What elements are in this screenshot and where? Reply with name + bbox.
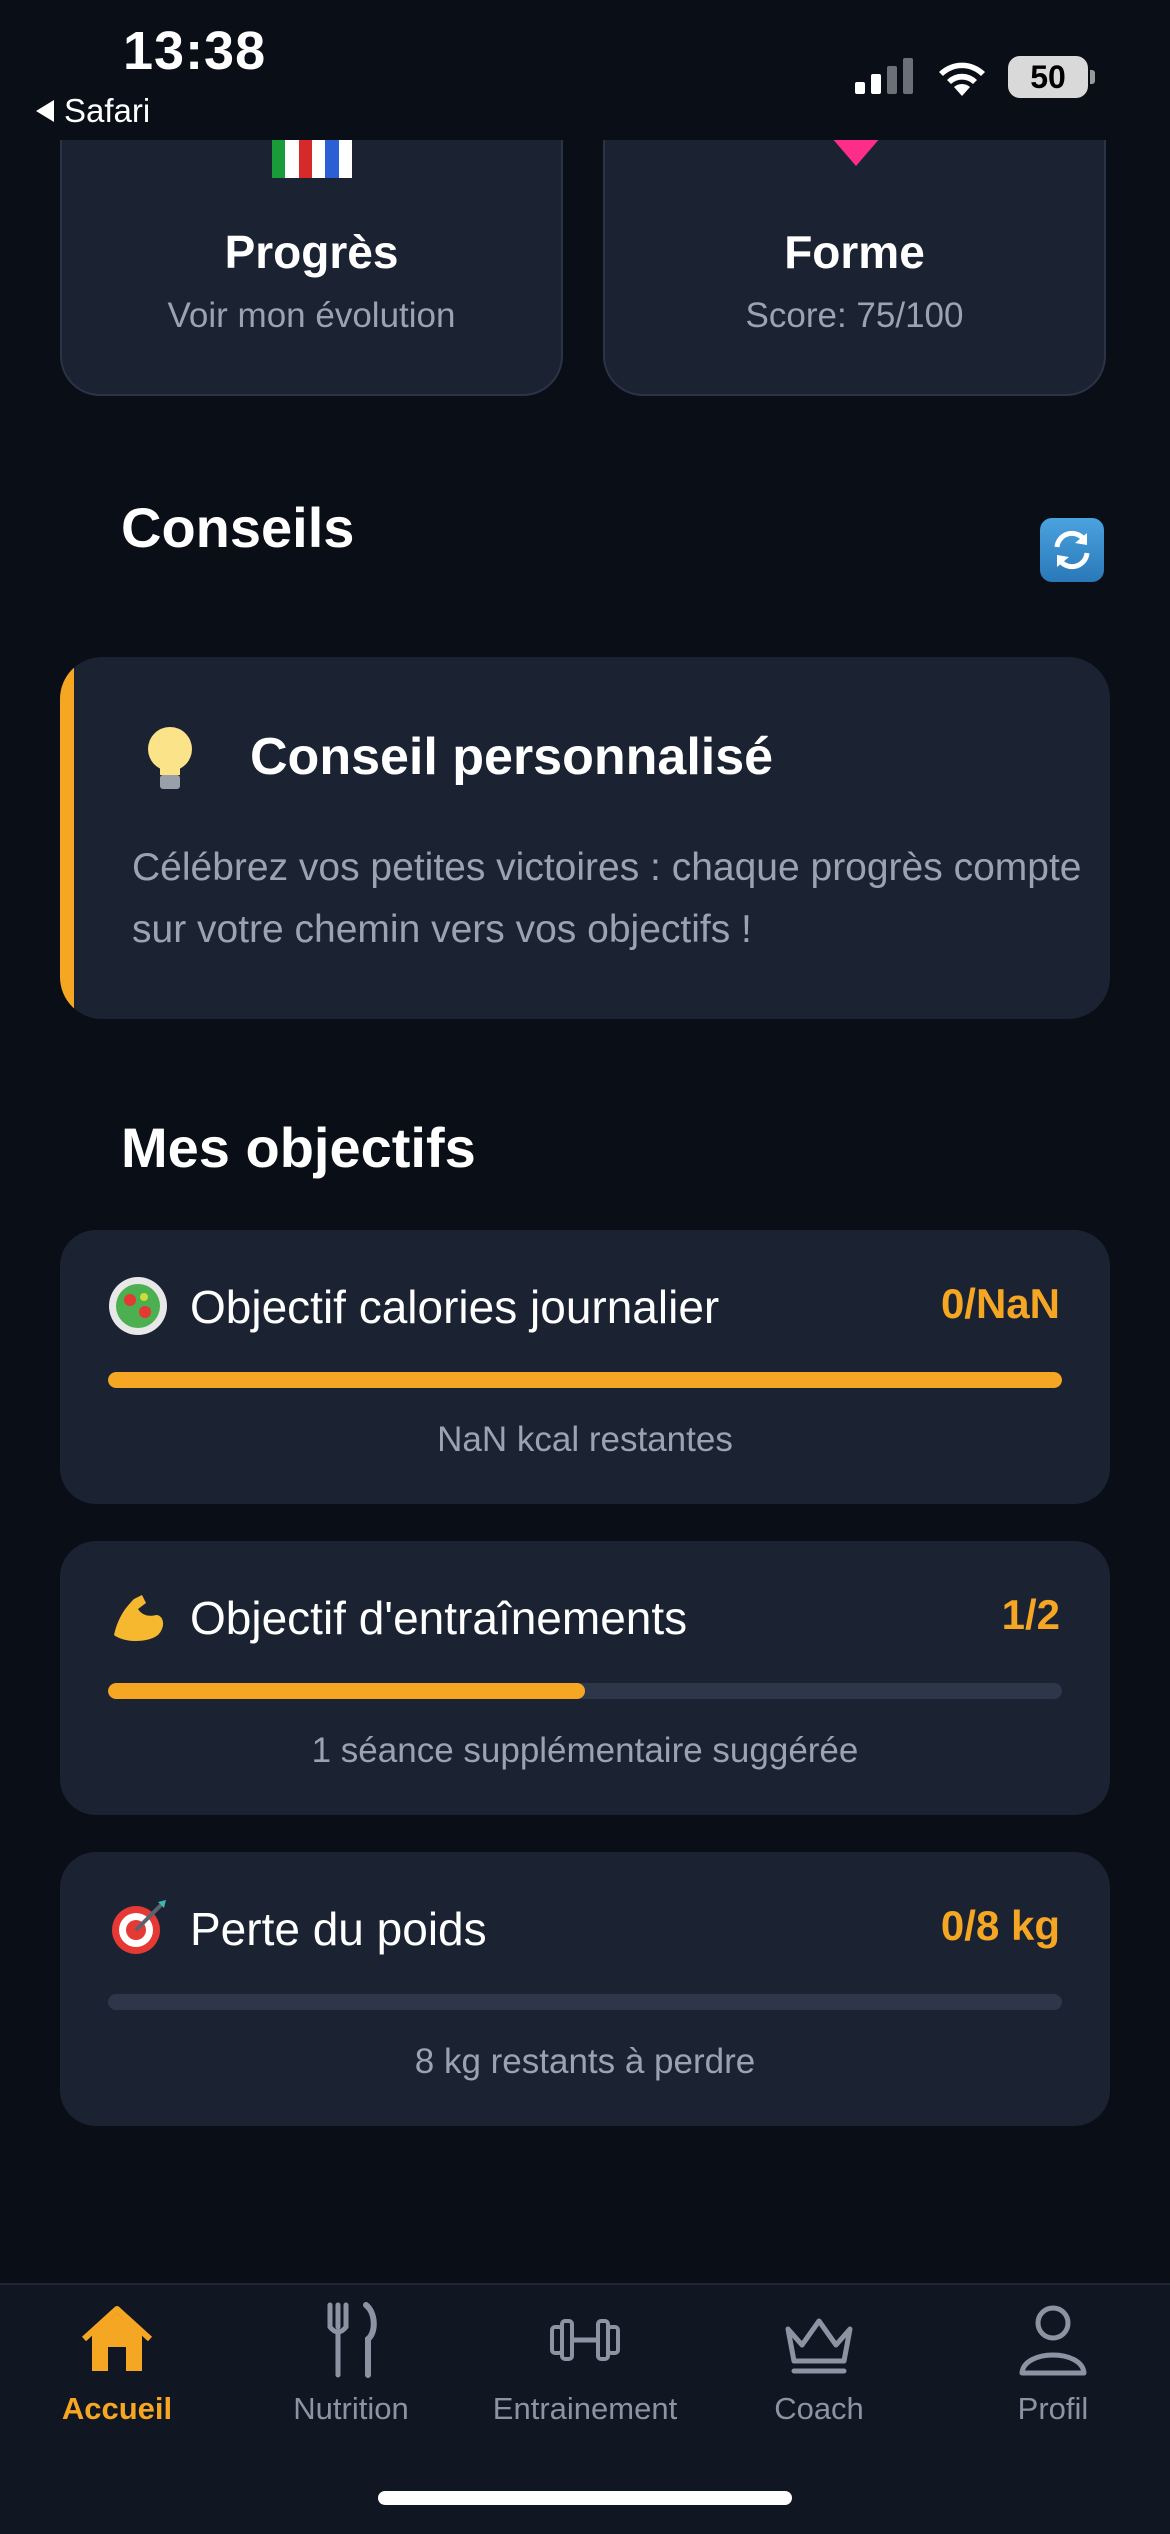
crown-icon (785, 2318, 853, 2374)
back-app-label: Safari (64, 92, 151, 129)
light-bulb-icon (148, 727, 192, 789)
goal-progress-fill (108, 1683, 585, 1699)
goal-progress-track (108, 1994, 1062, 2010)
tab-label: Accueil (61, 2391, 173, 2426)
fork-knife-icon (327, 2302, 377, 2378)
fitness-card-title: Forme (784, 226, 925, 278)
tab-nutrition[interactable]: Nutrition (234, 2299, 468, 2427)
cellular-signal-icon (855, 58, 913, 94)
status-time: 13:38 (123, 21, 267, 81)
home-indicator[interactable] (378, 2491, 792, 2505)
goal-progress-fill (108, 1372, 1062, 1388)
goal-value: 1/2 (1001, 1591, 1060, 1638)
tab-label: Coach (774, 2391, 864, 2426)
tip-text: Célébrez vos petites victoires : chaque … (132, 846, 1082, 951)
medal-ribbon-icon (272, 140, 352, 178)
dumbbell-icon (550, 2319, 620, 2361)
status-bar: 13:38 Safari 50 (0, 0, 1170, 140)
goal-value: 0/NaN (940, 1280, 1060, 1327)
goal-card-calories[interactable]: Objectif calories journalier 0/NaN NaN k… (60, 1230, 1110, 1504)
refresh-tip-button[interactable] (1040, 518, 1104, 582)
battery-indicator: 50 (1008, 56, 1088, 98)
flexed-biceps-icon (114, 1595, 164, 1641)
salad-icon (109, 1277, 167, 1335)
progress-card-subtitle: Voir mon évolution (167, 296, 456, 335)
tab-profil[interactable]: Profil (936, 2299, 1170, 2427)
goal-value: 0/8 kg (940, 1902, 1060, 1949)
goal-label: Objectif calories journalier (190, 1281, 720, 1333)
goal-progress-track (108, 1683, 1062, 1699)
fitness-card[interactable]: Forme Score: 75/100 (603, 100, 1106, 396)
tip-title: Conseil personnalisé (250, 728, 774, 786)
progress-card[interactable]: Progrès Voir mon évolution (60, 100, 563, 396)
fitness-card-subtitle: Score: 75/100 (745, 296, 964, 335)
goal-label: Objectif d'entraînements (190, 1592, 688, 1644)
tab-label: Nutrition (293, 2391, 409, 2426)
goal-note: 8 kg restants à perdre (414, 2042, 756, 2081)
tab-label: Profil (1017, 2391, 1089, 2426)
tab-entrainement[interactable]: Entrainement (468, 2299, 702, 2427)
back-to-safari-button[interactable]: Safari (36, 92, 150, 130)
goal-card-workouts[interactable]: Objectif d'entraînements 1/2 1 séance su… (60, 1541, 1110, 1815)
tab-label: Entrainement (492, 2391, 678, 2426)
tab-coach[interactable]: Coach (702, 2299, 936, 2427)
target-icon (112, 1900, 166, 1954)
wifi-icon (939, 62, 985, 96)
back-triangle-icon (36, 100, 54, 122)
tip-accent-bar (60, 657, 74, 1019)
home-icon (81, 2306, 153, 2371)
goal-note: NaN kcal restantes (437, 1420, 733, 1459)
goal-note: 1 séance supplémentaire suggérée (311, 1731, 859, 1770)
goal-progress-track (108, 1372, 1062, 1388)
goal-label: Perte du poids (190, 1903, 487, 1955)
tips-section-title: Conseils (121, 496, 355, 559)
battery-cap (1090, 70, 1095, 84)
goals-section-title: Mes objectifs (121, 1116, 476, 1179)
progress-card-title: Progrès (224, 226, 399, 278)
goal-card-weight[interactable]: Perte du poids 0/8 kg 8 kg restants à pe… (60, 1852, 1110, 2126)
tab-accueil[interactable]: Accueil (0, 2299, 234, 2427)
refresh-icon (1054, 530, 1090, 570)
user-icon (1019, 2305, 1087, 2376)
personalized-tip-card: Conseil personnalisé Célébrez vos petite… (60, 657, 1110, 1019)
